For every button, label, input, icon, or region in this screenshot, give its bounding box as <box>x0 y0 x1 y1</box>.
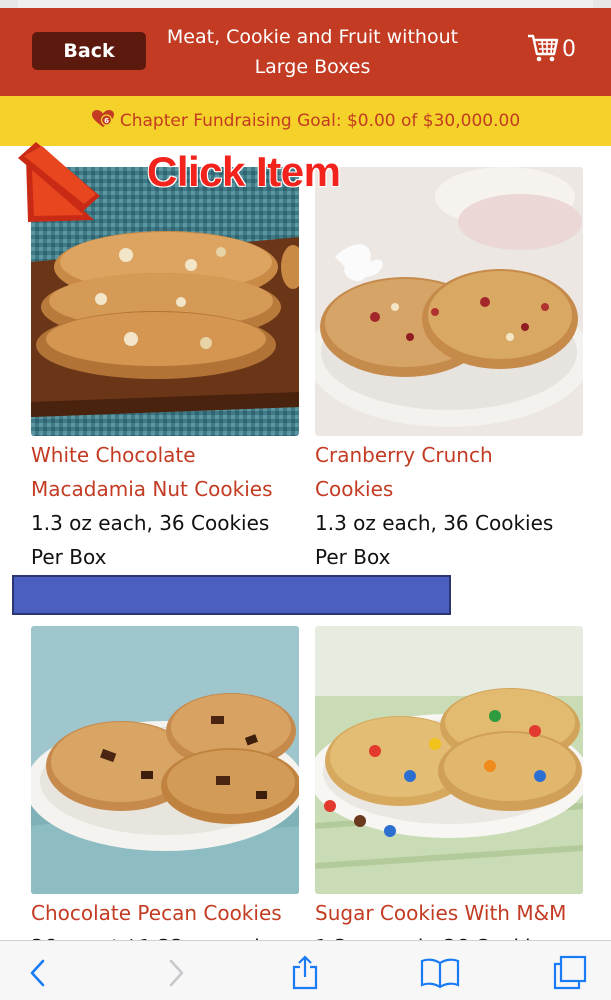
cart-button[interactable]: 0 <box>526 30 576 68</box>
svg-text:6: 6 <box>104 117 109 125</box>
tabs-icon[interactable] <box>548 951 592 995</box>
redaction-box <box>12 575 451 615</box>
cart-count: 0 <box>562 36 576 62</box>
browser-toolbar <box>0 940 611 1000</box>
product-name-white-chocolate-macadamia[interactable]: White Chocolate Macadamia Nut Cookies <box>31 438 273 506</box>
product-name-sugar-cookies-mm[interactable]: Sugar Cookies With M&M <box>315 896 566 930</box>
product-image-sugar-cookies-mm[interactable] <box>315 626 583 894</box>
back-button[interactable]: Back <box>32 32 146 70</box>
fundraising-goal-text: Chapter Fundraising Goal: $0.00 of $30,0… <box>119 111 521 131</box>
product-name-cranberry-crunch[interactable]: Cranberry Crunch Cookies <box>315 438 493 506</box>
product-name-chocolate-pecan[interactable]: Chocolate Pecan Cookies <box>31 896 282 930</box>
heart-badge-icon: 6 <box>91 109 115 133</box>
share-icon[interactable] <box>283 951 327 995</box>
chevron-right-icon[interactable] <box>154 951 198 995</box>
fundraising-goal-bar: 6 Chapter Fundraising Goal: $0.00 of $30… <box>0 96 611 146</box>
product-description: 1.3 oz each, 36 Cookies Per Box <box>31 511 270 569</box>
product-image-chocolate-pecan[interactable] <box>31 626 299 894</box>
product-image-cranberry-crunch[interactable] <box>315 167 583 436</box>
annotation-click-item: Click Item <box>147 148 341 195</box>
red-arrow-icon <box>6 140 106 234</box>
book-icon[interactable] <box>418 951 462 995</box>
app-header: Back Meat, Cookie and Fruit without Larg… <box>0 8 611 96</box>
product-description: 1.3 oz each, 36 Cookies Per Box <box>315 511 554 569</box>
shopping-cart-icon <box>526 30 560 68</box>
chevron-left-icon[interactable] <box>16 951 60 995</box>
page-title: Meat, Cookie and Fruit without Large Box… <box>166 26 459 78</box>
status-strip <box>0 0 611 8</box>
